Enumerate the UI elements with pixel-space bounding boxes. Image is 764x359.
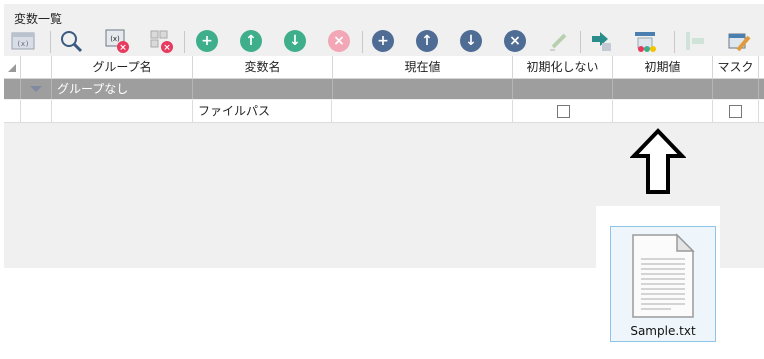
file-name: Sample.txt — [630, 324, 696, 338]
no-init-checkbox[interactable] — [557, 105, 570, 118]
grid-header: グループ名 変数名 現在値 初期化しない 初期値 マスク — [4, 56, 764, 79]
group-cell — [713, 79, 759, 99]
header-current-value[interactable]: 現在値 — [333, 56, 513, 78]
row-indent — [21, 100, 52, 122]
settings-icon[interactable] — [726, 28, 752, 54]
cell-no-init[interactable] — [513, 100, 613, 122]
header-group-name[interactable]: グループ名 — [52, 56, 193, 78]
up-arrow-icon — [629, 128, 687, 199]
group-cell — [52, 79, 193, 99]
header-variable-name[interactable]: 変数名 — [193, 56, 333, 78]
group-cell — [513, 79, 613, 99]
edit-icon[interactable] — [546, 28, 572, 54]
group-move-up-icon[interactable]: ↑ — [238, 28, 264, 54]
toolbar-separator — [50, 31, 51, 53]
table-row[interactable]: ファイルパス — [4, 100, 764, 123]
text-file-icon — [631, 233, 695, 322]
variable-format-icon[interactable]: (x) — [10, 28, 36, 54]
toolbar-separator — [580, 31, 581, 53]
search-icon[interactable] — [58, 28, 84, 54]
delete-variable-row-icon[interactable]: × — [502, 28, 528, 54]
add-group-icon[interactable]: + — [194, 28, 220, 54]
row-selector — [4, 79, 21, 99]
header-expand — [21, 56, 52, 78]
move-icon[interactable] — [682, 28, 708, 54]
svg-text:(x): (x) — [17, 40, 30, 48]
variable-move-down-icon[interactable]: ↓ — [458, 28, 484, 54]
group-cell — [193, 79, 333, 99]
delete-group-icon[interactable]: × — [326, 28, 352, 54]
add-variable-icon[interactable]: + — [370, 28, 396, 54]
group-row[interactable]: グループなし — [4, 79, 764, 99]
toolbar-separator — [674, 31, 675, 53]
cell-mask[interactable] — [713, 100, 759, 122]
variable-move-up-icon[interactable]: ↑ — [414, 28, 440, 54]
toolbar-separator — [184, 31, 185, 53]
toolbar-separator — [362, 31, 363, 53]
svg-text:×: × — [163, 43, 171, 53]
svg-text:(x): (x) — [110, 35, 120, 43]
export-icon[interactable] — [632, 28, 658, 54]
cell-current-value[interactable] — [333, 100, 513, 122]
delete-variable-icon[interactable]: (x) × — [104, 28, 130, 54]
collapse-triangle-icon[interactable] — [21, 79, 52, 99]
toolbar: (x) (x) × × + ↑ ↓ × + ↑ ↓ × — [4, 26, 764, 56]
cell-initial-value[interactable] — [613, 100, 713, 122]
delete-unused-icon[interactable]: × — [148, 28, 174, 54]
header-corner[interactable] — [4, 56, 21, 78]
svg-text:×: × — [119, 43, 127, 53]
file-drop-area: Sample.txt — [596, 206, 720, 346]
row-selector[interactable] — [4, 100, 21, 122]
mask-checkbox[interactable] — [729, 105, 742, 118]
cell-variable-name[interactable]: ファイルパス — [193, 100, 332, 122]
group-cell — [613, 79, 713, 99]
header-initial-value[interactable]: 初期値 — [613, 56, 713, 78]
panel-title: 変数一覧 — [14, 12, 63, 26]
header-mask[interactable]: マスク — [713, 56, 759, 78]
import-icon[interactable] — [588, 28, 614, 54]
cell-group-name[interactable] — [52, 100, 193, 122]
file-item[interactable]: Sample.txt — [610, 226, 716, 342]
group-move-down-icon[interactable]: ↓ — [282, 28, 308, 54]
group-cell — [333, 79, 513, 99]
header-no-init[interactable]: 初期化しない — [513, 56, 613, 78]
